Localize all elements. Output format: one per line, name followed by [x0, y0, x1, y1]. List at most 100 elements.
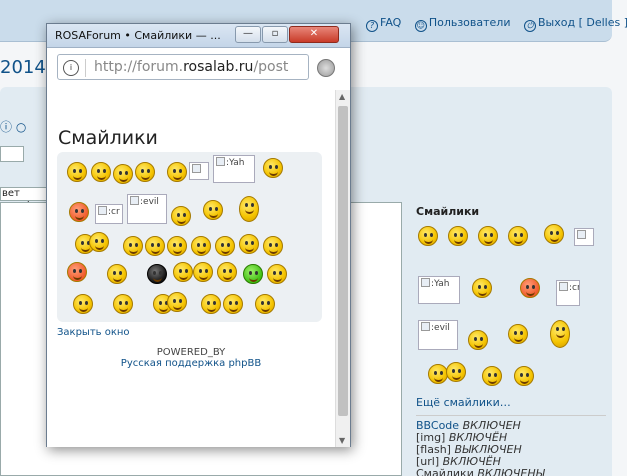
logout-label: Выход [ Delles ] [538, 16, 627, 29]
smiley-icon[interactable] [171, 206, 191, 226]
smiley-icon[interactable] [67, 262, 87, 282]
power-icon: ⏻ [524, 20, 536, 32]
smilies-sidebar: Смайлики :Yah :cr :evil Ещё смайлики… BB… [416, 205, 606, 476]
smiley-icon[interactable] [145, 236, 165, 256]
scroll-thumb[interactable] [338, 106, 348, 416]
smiley-icon[interactable] [67, 162, 87, 182]
close-window-link[interactable]: Закрыть окно [57, 327, 130, 338]
smiley-icon[interactable] [191, 236, 211, 256]
bomb-smiley-icon[interactable] [147, 264, 167, 284]
users-icon: ☺ [414, 20, 427, 32]
smiley-icon[interactable] [69, 202, 89, 222]
top-nav: ? FAQ ☺ Пользователи ⏻ Выход [ Delles ] [366, 16, 627, 32]
smiley-icon[interactable] [448, 226, 468, 246]
broken-smiley-evil[interactable]: :evil [418, 320, 458, 350]
smiley-icon[interactable] [508, 324, 528, 344]
smiley-icon[interactable] [520, 278, 540, 298]
smiley-icon[interactable] [428, 364, 448, 384]
smiley-icon[interactable] [468, 330, 488, 350]
help-icon[interactable]: ⓘ ○ [0, 118, 26, 135]
broken-smiley-yahoo[interactable]: :Yah [418, 276, 460, 304]
smiley-icon[interactable] [89, 232, 109, 252]
smiley-icon[interactable] [113, 294, 133, 314]
scroll-down-icon[interactable]: ▼ [339, 436, 345, 445]
minimize-button[interactable]: — [235, 26, 261, 43]
question-icon: ? [366, 20, 378, 32]
status-smilies: Смайлики ВКЛЮЧЕНЫ [416, 468, 606, 476]
address-bar[interactable]: i http://forum.rosalab.ru/post [57, 54, 309, 80]
smiley-icon[interactable] [239, 234, 259, 254]
smiley-icon[interactable] [255, 294, 275, 314]
subject-input[interactable] [0, 146, 24, 162]
globe-icon[interactable] [317, 59, 335, 77]
smiley-icon[interactable] [544, 224, 564, 244]
smiley-icon[interactable] [418, 226, 438, 246]
smiley-icon[interactable] [446, 362, 466, 382]
broken-smiley-evil[interactable]: :evil [127, 194, 167, 224]
smiley-icon[interactable] [508, 226, 528, 246]
smiley-icon[interactable] [193, 262, 213, 282]
smiley-icon[interactable] [215, 236, 235, 256]
smiley-icon[interactable] [263, 158, 283, 178]
smiley-icon[interactable] [73, 294, 93, 314]
smiley-icon[interactable] [167, 292, 187, 312]
smiley-icon[interactable] [217, 262, 237, 282]
window-titlebar[interactable]: ROSAForum • Смайлики — ... — ▫ ✕ [47, 24, 350, 48]
window-title: ROSAForum • Смайлики — ... [55, 29, 221, 42]
scroll-up-icon[interactable]: ▲ [339, 92, 345, 101]
url-text[interactable]: http://forum.rosalab.ru/post [94, 59, 306, 75]
smiley-icon[interactable] [239, 196, 259, 222]
more-smilies-link[interactable]: Ещё смайлики… [416, 396, 606, 409]
smiley-icon[interactable] [173, 262, 193, 282]
phpbb-link[interactable]: Русская поддержка phpBB [47, 358, 335, 369]
smiley-icon[interactable] [267, 264, 287, 284]
smiley-icon[interactable] [167, 236, 187, 256]
broken-image-icon[interactable] [189, 162, 209, 180]
smiley-icon[interactable] [113, 164, 133, 184]
popup-content: Смайлики :Yah :cr :evil Закрыть окно POW… [47, 90, 335, 447]
smiley-icon[interactable] [91, 162, 111, 182]
members-label: Пользователи [428, 16, 511, 29]
smiley-icon[interactable] [223, 294, 243, 314]
info-icon[interactable]: i [63, 60, 79, 76]
broken-smiley-yahoo[interactable]: :Yah [213, 155, 255, 183]
vertical-scrollbar[interactable]: ▲ ▼ [335, 90, 350, 447]
popup-smilies-grid: :Yah :cr :evil [57, 152, 322, 322]
powered-by-label: POWERED_BY [156, 347, 226, 358]
smiley-icon[interactable] [203, 200, 223, 220]
broken-smiley-cr[interactable]: :cr [556, 280, 580, 306]
status-list: BBCode ВКЛЮЧЕН [img] ВКЛЮЧЁН [flash] ВЫК… [416, 420, 606, 476]
smiley-icon[interactable] [167, 162, 187, 182]
members-link[interactable]: ☺ Пользователи [414, 16, 516, 32]
smiley-icon[interactable] [482, 366, 502, 386]
smiley-icon[interactable] [472, 278, 492, 298]
status-value: ВКЛЮЧЕНЫ [477, 467, 545, 476]
sidebar-smilies-grid: :Yah :cr :evil [416, 224, 606, 394]
url-prefix: http://forum. [94, 59, 184, 75]
status-label: Смайлики [416, 467, 474, 476]
smiley-icon[interactable] [550, 320, 570, 348]
page-date: 2014. [0, 57, 52, 78]
smiley-icon[interactable] [107, 264, 127, 284]
smiley-icon[interactable] [243, 264, 263, 284]
sidebar-title: Смайлики [416, 205, 480, 218]
powered-by: POWERED_BY Русская поддержка phpBB [47, 347, 335, 369]
logout-link[interactable]: ⏻ Выход [ Delles ] [524, 16, 627, 32]
font-color-button[interactable]: вет шриф [0, 187, 48, 211]
broken-image-icon[interactable] [574, 228, 594, 246]
smiley-icon[interactable] [263, 236, 283, 256]
broken-smiley-cr[interactable]: :cr [95, 204, 123, 224]
smiley-icon[interactable] [478, 226, 498, 246]
smilies-popup-window: ROSAForum • Смайлики — ... — ▫ ✕ i http:… [46, 23, 351, 447]
faq-label: FAQ [380, 16, 402, 29]
divider [85, 59, 86, 77]
smiley-icon[interactable] [514, 366, 534, 386]
smiley-icon[interactable] [135, 162, 155, 182]
maximize-button[interactable]: ▫ [262, 26, 288, 43]
smiley-icon[interactable] [123, 236, 143, 256]
divider [416, 415, 606, 416]
faq-link[interactable]: ? FAQ [366, 16, 406, 32]
popup-heading: Смайлики [58, 127, 158, 149]
close-window-button[interactable]: ✕ [289, 26, 339, 43]
smiley-icon[interactable] [201, 294, 221, 314]
